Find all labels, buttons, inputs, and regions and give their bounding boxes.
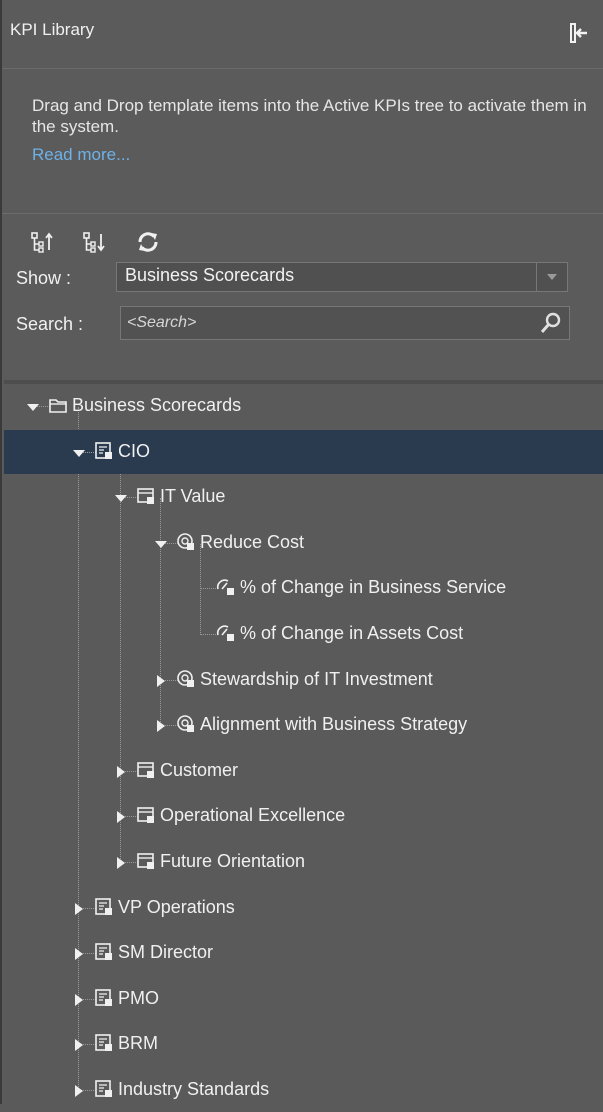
panel-header: KPI Library (2, 0, 603, 69)
tree-node-label: BRM (118, 1033, 158, 1054)
search-input[interactable] (125, 309, 529, 337)
collapse-arrow-icon[interactable] (114, 854, 128, 869)
tree-node-label: Operational Excellence (160, 805, 346, 826)
tree-node-label: SM Director (118, 942, 214, 963)
tree-node-of-change-in-business-service[interactable]: % of Change in Business Service (4, 566, 603, 610)
chevron-down-icon[interactable] (536, 263, 567, 291)
scorecard-icon (94, 1079, 114, 1099)
tree-node-label: VP Operations (118, 896, 235, 917)
perspective-icon (136, 805, 156, 825)
collapse-arrow-icon[interactable] (72, 945, 86, 961)
objective-icon (176, 669, 196, 689)
collapse-arrow-icon[interactable] (72, 1082, 86, 1097)
tree-node-label: IT Value (160, 486, 226, 507)
perspective-icon (136, 851, 156, 871)
tree-node-label: Industry Standards (118, 1079, 270, 1099)
tree-node-alignment-with-business-strategy[interactable]: Alignment with Business Strategy (4, 703, 603, 747)
collapse-arrow-icon[interactable] (72, 1036, 86, 1052)
collapse-arrow-icon[interactable] (72, 900, 86, 915)
tree-node-stewardship-of-it-investment[interactable]: Stewardship of IT Investment (4, 658, 603, 702)
search-box (120, 306, 570, 340)
tree-node-cio[interactable]: CIO (4, 429, 603, 474)
tree-node-label: Future Orientation (160, 851, 306, 871)
collapse-panel-icon[interactable] (569, 22, 589, 44)
tree-node-customer[interactable]: Customer (4, 749, 603, 793)
expand-arrow-icon[interactable] (72, 444, 86, 458)
kpi-tree: Business Scorecards CIO IT Value Reduce Cos… (4, 380, 603, 1104)
tree-node-business-scorecards[interactable]: Business Scorecards (4, 384, 603, 428)
panel-title: KPI Library (10, 20, 95, 39)
tree-node-reduce-cost[interactable]: Reduce Cost (4, 521, 603, 565)
tree-node-brm[interactable]: BRM (4, 1022, 603, 1066)
tree-node-label: Business Scorecards (72, 395, 242, 415)
expand-arrow-icon[interactable] (114, 489, 128, 503)
scorecard-icon (94, 1033, 114, 1053)
search-label: Search : (16, 314, 84, 334)
perspective-icon (136, 760, 156, 780)
tree-node-label: % of Change in Business Service (240, 577, 507, 598)
tree-node-label: Stewardship of IT Investment (200, 668, 433, 689)
refresh-icon[interactable] (136, 230, 160, 254)
kpi-icon (216, 577, 236, 597)
tree-node-label: PMO (118, 987, 160, 1008)
folder-icon (48, 395, 68, 415)
objective-icon (176, 532, 196, 552)
tree-node-label: Reduce Cost (200, 531, 305, 552)
objective-icon (176, 714, 196, 734)
expand-arrow-icon[interactable] (154, 535, 168, 549)
toolbar (2, 214, 603, 258)
tree-node-of-change-in-assets-cost[interactable]: % of Change in Assets Cost (4, 612, 603, 656)
expand-arrow-icon[interactable] (26, 398, 40, 412)
collapse-arrow-icon[interactable] (114, 808, 128, 824)
collapse-all-icon[interactable] (82, 230, 106, 254)
show-select-value: Business Scorecards (125, 265, 295, 285)
description-text: Drag and Drop template items into the Ac… (32, 96, 587, 136)
tree-node-future-orientation[interactable]: Future Orientation (4, 840, 603, 884)
tree-node-label: % of Change in Assets Cost (240, 623, 464, 643)
collapse-arrow-icon[interactable] (154, 672, 168, 687)
tree-node-vp-operations[interactable]: VP Operations (4, 886, 603, 930)
collapse-arrow-icon[interactable] (114, 763, 128, 778)
show-select[interactable]: Business Scorecards (116, 262, 568, 292)
scorecard-icon (94, 942, 114, 962)
collapse-arrow-icon[interactable] (154, 717, 168, 733)
show-label: Show : (16, 268, 72, 288)
scorecard-icon (94, 441, 114, 461)
tree-node-industry-standards[interactable]: Industry Standards (4, 1068, 603, 1112)
show-row: Show : Business Scorecards (2, 262, 603, 306)
tree-node-label: Customer (160, 759, 239, 780)
scorecard-icon (94, 988, 114, 1008)
tree-node-sm-director[interactable]: SM Director (4, 931, 603, 975)
kpi-library-panel: KPI Library Drag and Drop template items… (0, 0, 603, 1104)
panel-description: Drag and Drop template items into the Ac… (2, 69, 603, 183)
perspective-icon (136, 486, 156, 506)
tree-node-label: CIO (118, 440, 151, 461)
tree-node-pmo[interactable]: PMO (4, 977, 603, 1021)
search-icon[interactable] (539, 311, 563, 335)
read-more-link[interactable]: Read more... (32, 145, 603, 165)
expand-all-icon[interactable] (30, 230, 54, 254)
tree-node-it-value[interactable]: IT Value (4, 475, 603, 519)
search-row: Search : (2, 306, 603, 350)
collapse-arrow-icon[interactable] (72, 991, 86, 1006)
scorecard-icon (94, 897, 114, 917)
tree-node-label: Alignment with Business Strategy (200, 714, 468, 735)
tree-node-operational-excellence[interactable]: Operational Excellence (4, 794, 603, 838)
kpi-icon (216, 623, 236, 643)
